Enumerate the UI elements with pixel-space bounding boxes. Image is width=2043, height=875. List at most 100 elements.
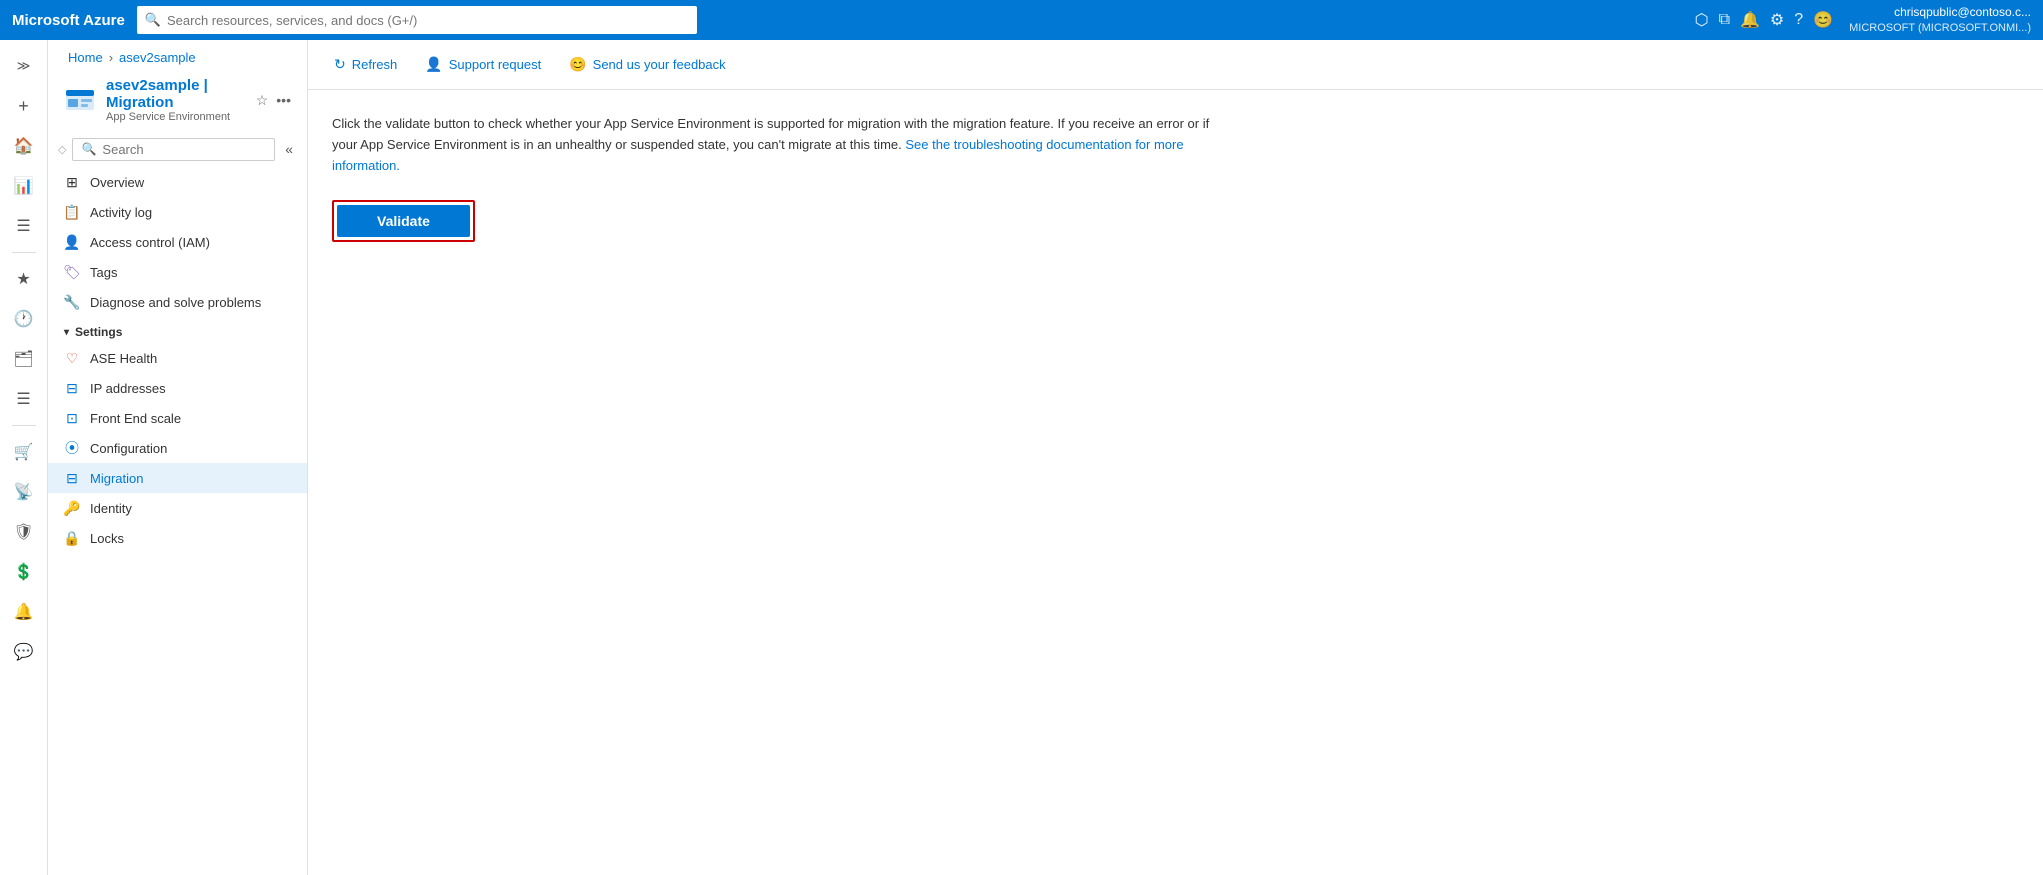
favorite-btn[interactable]: ☆ <box>256 92 269 109</box>
refresh-button[interactable]: ↻ Refresh <box>328 52 403 77</box>
feedback-icon[interactable]: 😊 <box>1813 10 1833 30</box>
sidebar-item-access-control-label: Access control (IAM) <box>90 235 210 250</box>
nav-rail: ≫ + 🏠 📊 ☰ ★ 🕐 🗂 ☰ 🛒 📡 🛡 💲 🔔 💬 <box>0 40 48 875</box>
resource-title-group: asev2sample | Migration App Service Envi… <box>106 77 246 123</box>
sidebar-item-migration-label: Migration <box>90 471 143 486</box>
sidebar-item-identity[interactable]: 🔑 Identity <box>48 493 307 523</box>
support-icon: 👤 <box>425 56 442 73</box>
diagnose-icon: 🔧 <box>64 294 80 310</box>
global-search-box[interactable]: 🔍 <box>137 6 697 34</box>
search-icon: 🔍 <box>145 12 161 28</box>
nav-security-btn[interactable]: 🛡 <box>6 514 42 550</box>
sidebar-item-activity-log-label: Activity log <box>90 205 152 220</box>
sidebar: Home › asev2sample asev2sample | Migrati… <box>48 40 308 875</box>
cloud-shell-icon[interactable]: ⬡ <box>1695 10 1709 30</box>
refresh-label: Refresh <box>352 57 398 72</box>
azure-logo: Microsoft Azure <box>12 12 125 29</box>
sidebar-item-diagnose-label: Diagnose and solve problems <box>90 295 261 310</box>
sidebar-item-tags-label: Tags <box>90 265 117 280</box>
header-actions: ☆ ••• <box>256 92 291 109</box>
overview-icon: ⊞ <box>64 174 80 190</box>
sidebar-nav: ⊞ Overview 📋 Activity log 👤 Access contr… <box>48 167 307 875</box>
nav-separator-2 <box>12 425 36 426</box>
nav-marketplace-btn[interactable]: 🛒 <box>6 434 42 470</box>
access-control-icon: 👤 <box>64 234 80 250</box>
main-layout: ≫ + 🏠 📊 ☰ ★ 🕐 🗂 ☰ 🛒 📡 🛡 💲 🔔 💬 Home › ase… <box>0 40 2043 875</box>
activity-log-icon: 📋 <box>64 204 80 220</box>
nav-all-services-btn[interactable]: ☰ <box>6 208 42 244</box>
sidebar-item-configuration-label: Configuration <box>90 441 167 456</box>
sidebar-diamond-icon: ◇ <box>58 143 66 156</box>
settings-icon[interactable]: ⚙ <box>1770 10 1784 30</box>
sidebar-item-front-end-scale-label: Front End scale <box>90 411 181 426</box>
sidebar-item-identity-label: Identity <box>90 501 132 516</box>
content-area: Home › asev2sample asev2sample | Migrati… <box>48 40 2043 875</box>
breadcrumb-resource[interactable]: asev2sample <box>119 50 196 65</box>
breadcrumb-sep: › <box>109 50 113 65</box>
content-body: Click the validate button to check wheth… <box>308 90 2043 266</box>
ase-health-icon: ♡ <box>64 350 80 366</box>
resource-icon <box>64 84 96 116</box>
nav-cost-btn[interactable]: 💲 <box>6 554 42 590</box>
portal-settings-icon[interactable]: ⧉ <box>1719 11 1730 29</box>
nav-resource-groups-btn[interactable]: 🗂 <box>6 341 42 377</box>
sidebar-item-overview-label: Overview <box>90 175 144 190</box>
sidebar-search-box[interactable]: 🔍 <box>72 138 275 161</box>
description-text: Click the validate button to check wheth… <box>332 114 1232 176</box>
top-bar-icons: ⬡ ⧉ 🔔 ⚙ ? 😊 chrisqpublic@contoso.c... MI… <box>1695 5 2031 35</box>
sidebar-search-icon: 🔍 <box>81 142 96 156</box>
nav-separator-1 <box>12 252 36 253</box>
sidebar-search-input[interactable] <box>102 142 266 157</box>
notifications-icon[interactable]: 🔔 <box>1740 10 1760 30</box>
sidebar-item-access-control[interactable]: 👤 Access control (IAM) <box>48 227 307 257</box>
resource-subtitle: App Service Environment <box>106 111 246 123</box>
user-profile[interactable]: chrisqpublic@contoso.c... MICROSOFT (MIC… <box>1849 5 2031 35</box>
nav-favorites-btn[interactable]: ★ <box>6 261 42 297</box>
feedback-label: Send us your feedback <box>593 57 726 72</box>
nav-monitor-btn[interactable]: 📡 <box>6 474 42 510</box>
sidebar-item-locks[interactable]: 🔒 Locks <box>48 523 307 553</box>
sidebar-item-diagnose[interactable]: 🔧 Diagnose and solve problems <box>48 287 307 317</box>
sidebar-collapse-btn[interactable]: « <box>281 137 297 161</box>
nav-expand-btn[interactable]: ≫ <box>6 48 42 84</box>
nav-home-btn[interactable]: 🏠 <box>6 128 42 164</box>
sidebar-item-ase-health[interactable]: ♡ ASE Health <box>48 343 307 373</box>
ip-addresses-icon: ⊟ <box>64 380 80 396</box>
migration-icon: ⊟ <box>64 470 80 486</box>
identity-icon: 🔑 <box>64 500 80 516</box>
breadcrumb: Home › asev2sample <box>48 40 307 65</box>
sidebar-search-row: ◇ 🔍 « <box>48 131 307 167</box>
sidebar-item-tags[interactable]: 🏷 Tags <box>48 257 307 287</box>
resource-title: asev2sample | Migration <box>106 77 246 111</box>
nav-recent-btn[interactable]: 🕐 <box>6 301 42 337</box>
nav-feedback-side-btn[interactable]: 💬 <box>6 634 42 670</box>
help-icon[interactable]: ? <box>1794 11 1803 29</box>
ase-icon-svg <box>64 84 96 116</box>
settings-section-header[interactable]: ▾ Settings <box>48 317 307 343</box>
feedback-button[interactable]: 😊 Send us your feedback <box>563 52 731 77</box>
sidebar-item-activity-log[interactable]: 📋 Activity log <box>48 197 307 227</box>
sidebar-item-ip-addresses[interactable]: ⊟ IP addresses <box>48 373 307 403</box>
sidebar-item-ase-health-label: ASE Health <box>90 351 157 366</box>
refresh-icon: ↻ <box>334 56 346 73</box>
sidebar-item-ip-addresses-label: IP addresses <box>90 381 166 396</box>
tags-icon: 🏷 <box>64 264 80 280</box>
feedback-icon-toolbar: 😊 <box>569 56 586 73</box>
nav-notifications-side-btn[interactable]: 🔔 <box>6 594 42 630</box>
sidebar-item-front-end-scale[interactable]: ⊡ Front End scale <box>48 403 307 433</box>
sidebar-item-configuration[interactable]: ⦿ Configuration <box>48 433 307 463</box>
validate-btn-wrapper: Validate <box>332 200 475 242</box>
nav-resources-btn[interactable]: ☰ <box>6 381 42 417</box>
breadcrumb-home[interactable]: Home <box>68 50 103 65</box>
validate-button[interactable]: Validate <box>337 205 470 237</box>
nav-create-btn[interactable]: + <box>6 88 42 124</box>
sidebar-item-overview[interactable]: ⊞ Overview <box>48 167 307 197</box>
resource-header: asev2sample | Migration App Service Envi… <box>48 65 307 131</box>
support-request-button[interactable]: 👤 Support request <box>419 52 547 77</box>
top-bar: Microsoft Azure 🔍 ⬡ ⧉ 🔔 ⚙ ? 😊 chrisqpubl… <box>0 0 2043 40</box>
settings-chevron-icon: ▾ <box>64 327 69 338</box>
global-search-input[interactable] <box>167 13 689 28</box>
more-btn[interactable]: ••• <box>276 92 291 109</box>
nav-dashboard-btn[interactable]: 📊 <box>6 168 42 204</box>
sidebar-item-migration[interactable]: ⊟ Migration <box>48 463 307 493</box>
